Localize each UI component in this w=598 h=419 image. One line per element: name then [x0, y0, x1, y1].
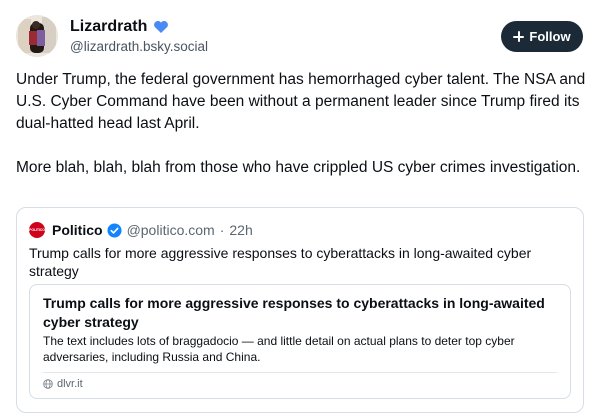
quoted-author-name[interactable]: Politico	[52, 222, 103, 238]
globe-icon	[43, 379, 53, 389]
author-avatar[interactable]	[16, 15, 58, 57]
author-name-row[interactable]: Lizardrath	[70, 18, 169, 36]
quoted-post-card[interactable]: POLITICO Politico @politico.com · 22h Tr…	[16, 207, 584, 413]
link-preview-card[interactable]: Trump calls for more aggressive response…	[29, 284, 571, 399]
author-display-name[interactable]: Lizardrath	[70, 18, 147, 36]
link-preview-description: The text includes lots of braggadocio — …	[43, 334, 515, 364]
quoted-post-header: POLITICO Politico @politico.com · 22h	[29, 222, 253, 238]
link-domain-text: dlvr.it	[57, 378, 83, 390]
link-preview-domain: dlvr.it	[43, 378, 83, 390]
quoted-author-handle[interactable]: @politico.com	[127, 222, 215, 238]
link-preview-divider	[43, 372, 557, 373]
politico-logo-text: POLITICO	[29, 228, 45, 232]
post-paragraph: More blah, blah, blah from those who hav…	[16, 159, 581, 176]
author-handle[interactable]: @lizardrath.bsky.social	[70, 39, 208, 54]
quoted-post-text: Trump calls for more aggressive response…	[29, 245, 532, 279]
politico-avatar[interactable]: POLITICO	[29, 222, 45, 238]
post-paragraph: Under Trump, the federal government has …	[16, 71, 586, 132]
plus-icon	[513, 31, 525, 42]
follow-button[interactable]: Follow	[501, 21, 583, 52]
blue-heart-icon	[154, 21, 169, 33]
follow-button-label: Follow	[529, 29, 571, 44]
separator-dot: ·	[219, 222, 225, 238]
post-body: Under Trump, the federal government has …	[16, 69, 586, 179]
blue-check-icon	[107, 222, 122, 238]
link-preview-title: Trump calls for more aggressive response…	[43, 295, 545, 330]
quoted-post-time[interactable]: 22h	[229, 222, 252, 238]
